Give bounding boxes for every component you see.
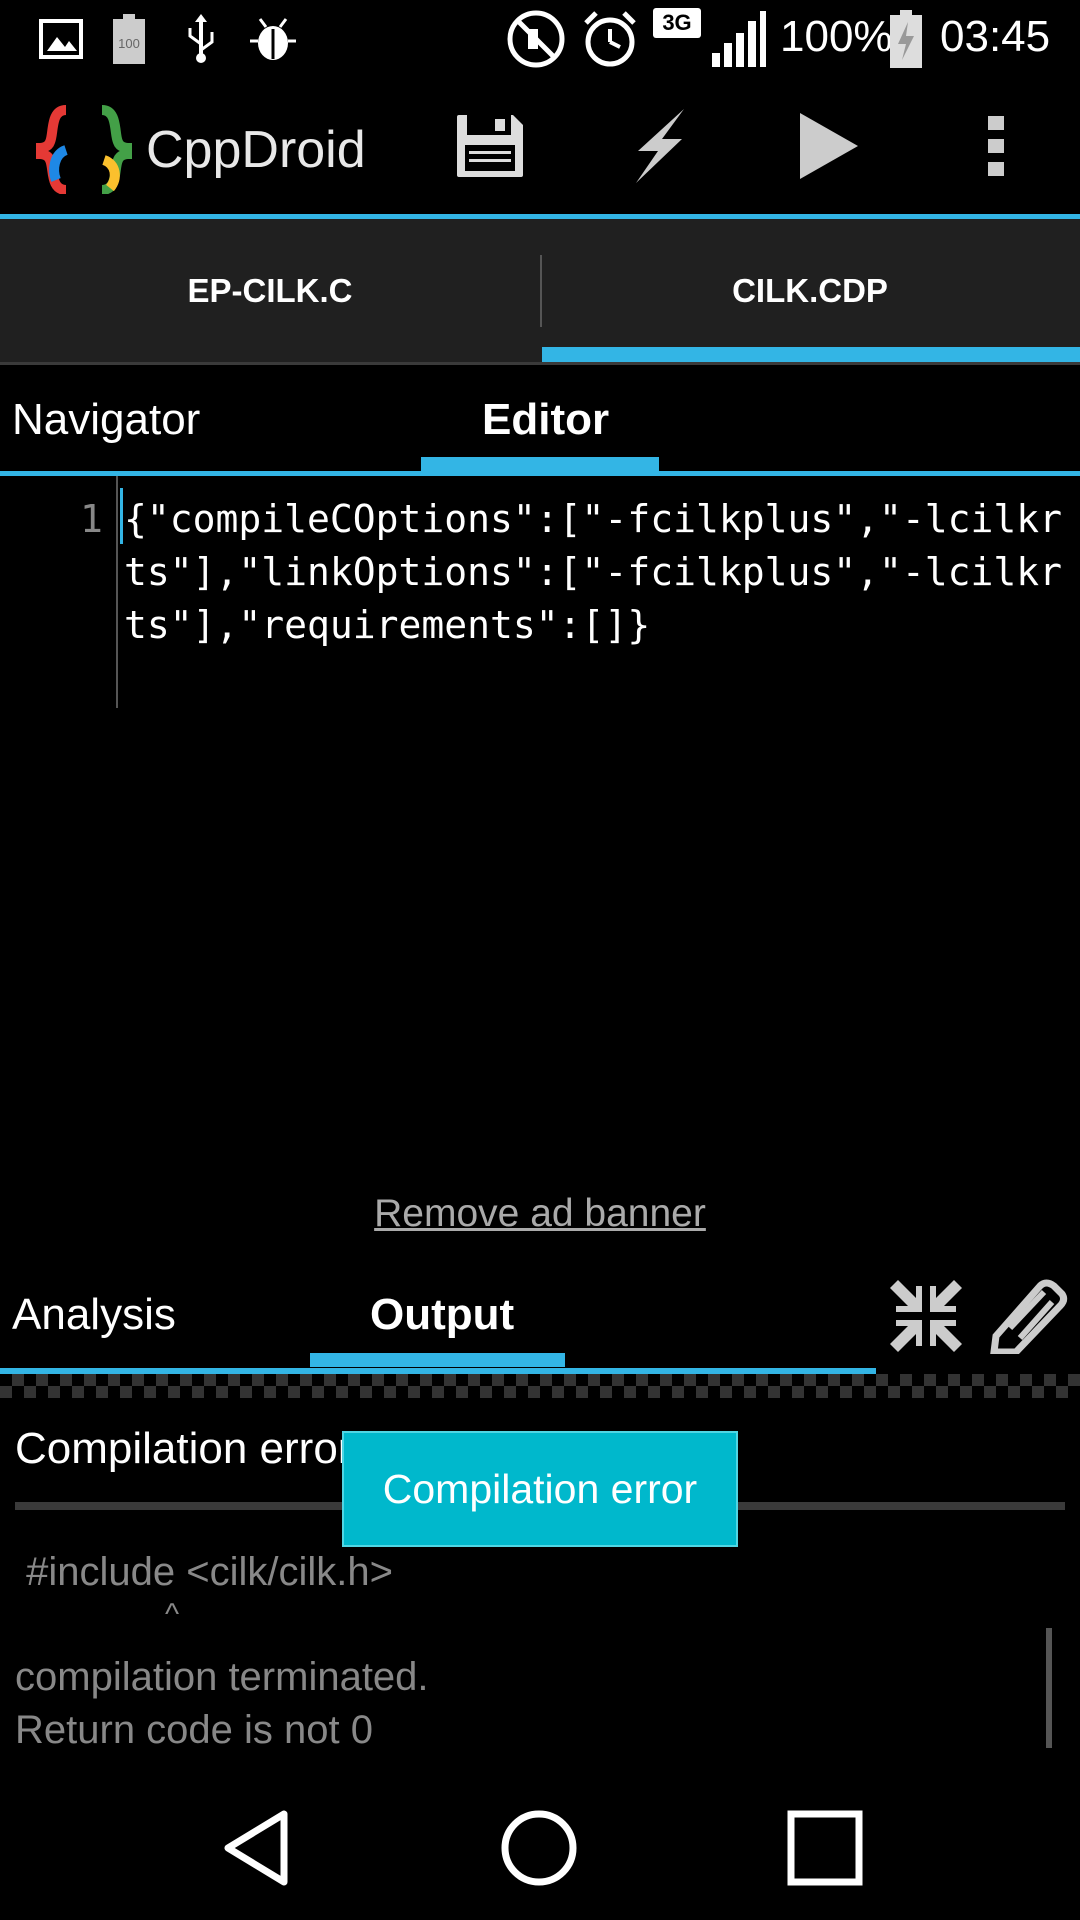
tab-output[interactable]: Output xyxy=(370,1290,514,1340)
battery-100-icon: 100 xyxy=(104,14,154,64)
edit-button[interactable] xyxy=(980,1268,1076,1364)
file-tabs: EP-CILK.C CILK.CDP xyxy=(0,219,1080,365)
network-3g-icon: 3G xyxy=(653,8,701,38)
home-icon xyxy=(501,1810,577,1886)
overflow-menu-icon xyxy=(988,116,1004,176)
mute-icon xyxy=(504,10,568,68)
line-number: 1 xyxy=(80,497,103,541)
run-button[interactable] xyxy=(780,98,876,194)
debug-bug-icon xyxy=(246,14,300,64)
usb-icon xyxy=(176,14,226,64)
app-logo-icon xyxy=(35,104,133,195)
back-button[interactable] xyxy=(186,1778,326,1918)
code-text[interactable]: {"compileCOptions":["-fcilkplus","-lcilk… xyxy=(124,493,1064,652)
battery-percent: 100% xyxy=(780,12,893,61)
recents-button[interactable] xyxy=(755,1778,895,1918)
tab-editor[interactable]: Editor xyxy=(482,395,609,445)
panel-splitter[interactable] xyxy=(0,1374,1080,1398)
status-bar: 100 3G 100% 03:45 xyxy=(0,0,1080,78)
editor-gutter xyxy=(116,476,118,708)
tab-selected-indicator xyxy=(542,347,1080,362)
home-button[interactable] xyxy=(469,1778,609,1918)
action-bar: CppDroid xyxy=(0,78,1080,219)
collapse-panel-button[interactable] xyxy=(878,1268,974,1364)
build-button[interactable] xyxy=(612,98,708,194)
output-line: Return code is not 0 xyxy=(15,1708,373,1752)
output-scrollbar[interactable] xyxy=(1046,1628,1052,1748)
text-cursor xyxy=(120,488,123,544)
save-icon xyxy=(457,115,523,177)
output-line: compilation terminated. xyxy=(15,1655,429,1699)
toast-message: Compilation error xyxy=(342,1431,738,1547)
tab-navigator[interactable]: Navigator xyxy=(12,395,200,445)
panel-tab-indicator xyxy=(310,1353,565,1367)
view-tab-indicator xyxy=(421,457,659,471)
view-tabs: Navigator Editor xyxy=(0,365,1080,476)
battery-charging-icon xyxy=(886,10,926,68)
run-play-icon xyxy=(800,113,858,179)
edit-pencil-icon xyxy=(990,1279,1068,1354)
network-type-label: 3G xyxy=(662,10,692,35)
output-line: #include <cilk/cilk.h> xyxy=(15,1550,393,1594)
output-line: ^ xyxy=(15,1598,180,1631)
overflow-menu-button[interactable] xyxy=(948,98,1044,194)
gallery-icon xyxy=(36,14,86,64)
save-button[interactable] xyxy=(442,98,538,194)
app-title: CppDroid xyxy=(146,121,366,179)
recents-icon xyxy=(787,1810,863,1886)
output-title: Compilation error xyxy=(15,1424,353,1473)
tab-ep-cilk-c[interactable]: EP-CILK.C xyxy=(0,219,540,362)
alarm-icon xyxy=(578,11,642,67)
collapse-arrows-icon xyxy=(890,1280,962,1352)
tab-cilk-cdp[interactable]: CILK.CDP xyxy=(540,219,1080,362)
back-icon xyxy=(224,1810,288,1886)
battery-100-label: 100 xyxy=(118,36,140,51)
clock: 03:45 xyxy=(940,12,1051,61)
build-lightning-icon xyxy=(636,109,684,183)
remove-ad-link[interactable]: Remove ad banner xyxy=(0,1192,1080,1236)
signal-icon xyxy=(706,11,770,67)
tab-analysis[interactable]: Analysis xyxy=(12,1290,176,1340)
